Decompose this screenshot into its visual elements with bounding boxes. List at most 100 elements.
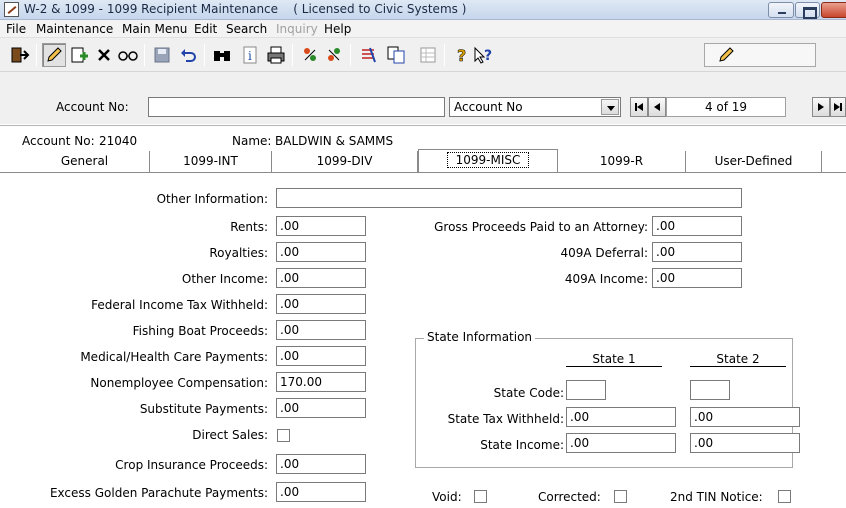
federal-tax-withheld-label: Federal Income Tax Withheld: bbox=[91, 298, 268, 312]
account-no-header-label: Account No: bbox=[22, 134, 95, 148]
menu-edit[interactable]: Edit bbox=[194, 22, 217, 36]
tab-1099-div[interactable]: 1099-DIV bbox=[272, 151, 418, 172]
menu-maintenance[interactable]: Maintenance bbox=[36, 22, 113, 36]
previous-record-button[interactable] bbox=[648, 97, 666, 117]
state-2-income-field[interactable]: .00 bbox=[690, 433, 800, 453]
exit-icon[interactable] bbox=[8, 43, 32, 67]
state-1-income-field[interactable]: .00 bbox=[566, 433, 676, 453]
sort-by-value: Account No bbox=[454, 100, 523, 114]
state-2-header: State 2 bbox=[690, 352, 786, 367]
menu-help[interactable]: Help bbox=[324, 22, 351, 36]
view-icon[interactable] bbox=[116, 43, 140, 67]
state-2-code-field[interactable] bbox=[690, 380, 730, 400]
rents-label: Rents: bbox=[230, 220, 268, 234]
void-label: Void: bbox=[432, 490, 462, 504]
minimize-button[interactable] bbox=[768, 2, 794, 18]
royalties-label: Royalties: bbox=[209, 246, 268, 260]
account-no-value: 21040 bbox=[99, 134, 138, 148]
list-icon[interactable] bbox=[356, 43, 380, 67]
divider bbox=[0, 125, 846, 127]
state-code-label: State Code: bbox=[493, 386, 564, 400]
sort-by-select[interactable]: Account No bbox=[449, 97, 621, 117]
export-icon[interactable] bbox=[322, 43, 346, 67]
close-button[interactable] bbox=[821, 2, 846, 18]
tab-1099-misc-label: 1099-MISC bbox=[446, 152, 530, 168]
deferral-409a-label: 409A Deferral: bbox=[560, 246, 648, 260]
menu-main-menu[interactable]: Main Menu bbox=[122, 22, 187, 36]
maximize-button[interactable] bbox=[795, 2, 820, 19]
name-label: Name: bbox=[232, 134, 272, 148]
tab-1099-r[interactable]: 1099-R bbox=[558, 151, 686, 172]
account-no-label: Account No: bbox=[56, 100, 129, 114]
svg-text:i: i bbox=[248, 49, 252, 63]
corrected-label: Corrected: bbox=[538, 490, 601, 504]
corrected-checkbox[interactable] bbox=[614, 490, 627, 503]
tab-user-defined[interactable]: User-Defined bbox=[686, 151, 822, 172]
state-1-header: State 1 bbox=[566, 352, 662, 367]
tin-notice-checkbox[interactable] bbox=[778, 490, 791, 503]
help-icon[interactable]: ? bbox=[450, 43, 474, 67]
substitute-field[interactable]: .00 bbox=[276, 398, 366, 418]
crop-insurance-field[interactable]: .00 bbox=[276, 454, 366, 474]
add-record-icon[interactable] bbox=[68, 43, 92, 67]
void-checkbox[interactable] bbox=[474, 490, 487, 503]
menu-inquiry: Inquiry bbox=[276, 22, 318, 36]
tin-notice-label: 2nd TIN Notice: bbox=[670, 490, 763, 504]
substitute-label: Substitute Payments: bbox=[139, 402, 268, 416]
other-information-field[interactable] bbox=[276, 188, 742, 208]
undo-icon[interactable] bbox=[176, 43, 200, 67]
info-icon[interactable]: i bbox=[238, 43, 262, 67]
royalties-field[interactable]: .00 bbox=[276, 242, 366, 262]
direct-sales-checkbox[interactable] bbox=[277, 429, 290, 442]
state-2-withheld-field[interactable]: .00 bbox=[690, 407, 800, 427]
print-icon[interactable] bbox=[264, 43, 288, 67]
copy-icon[interactable] bbox=[384, 43, 408, 67]
fishing-boat-label: Fishing Boat Proceeds: bbox=[132, 324, 268, 338]
save-icon[interactable] bbox=[150, 43, 174, 67]
nonemployee-field[interactable]: 170.00 bbox=[276, 372, 366, 392]
grid-icon[interactable] bbox=[416, 43, 440, 67]
tab-underline bbox=[0, 172, 846, 173]
app-icon bbox=[4, 2, 19, 17]
golden-parachute-field[interactable]: .00 bbox=[276, 482, 366, 502]
federal-tax-withheld-field[interactable]: .00 bbox=[276, 294, 366, 314]
account-no-input[interactable] bbox=[148, 97, 445, 117]
edit-pencil-icon[interactable] bbox=[42, 43, 66, 67]
state-income-label: State Income: bbox=[480, 438, 564, 452]
deferral-409a-field[interactable]: .00 bbox=[652, 242, 742, 262]
rents-field[interactable]: .00 bbox=[276, 216, 366, 236]
menu-bar: File Maintenance Main Menu Edit Search I… bbox=[0, 20, 846, 38]
name-value: BALDWIN & SAMMS bbox=[275, 134, 394, 148]
tab-1099-int[interactable]: 1099-INT bbox=[150, 151, 272, 172]
context-help-icon[interactable]: ? bbox=[472, 43, 496, 67]
chevron-down-icon[interactable] bbox=[601, 99, 619, 115]
income-409a-field[interactable]: .00 bbox=[652, 268, 742, 288]
next-record-button[interactable] bbox=[812, 97, 830, 117]
svg-text:?: ? bbox=[484, 48, 492, 64]
record-position: 4 of 19 bbox=[666, 97, 786, 117]
svg-text:?: ? bbox=[457, 46, 466, 64]
menu-search[interactable]: Search bbox=[226, 22, 267, 36]
import-icon[interactable] bbox=[298, 43, 322, 67]
menu-file[interactable]: File bbox=[6, 22, 26, 36]
last-record-button[interactable] bbox=[830, 97, 846, 117]
attorney-field[interactable]: .00 bbox=[652, 216, 742, 236]
title-bar: W-2 & 1099 - 1099 Recipient Maintenance … bbox=[0, 0, 846, 20]
medical-field[interactable]: .00 bbox=[276, 346, 366, 366]
edit-mode-icon bbox=[717, 46, 735, 67]
direct-sales-label: Direct Sales: bbox=[192, 428, 268, 442]
tab-1099-misc[interactable]: 1099-MISC bbox=[418, 149, 558, 172]
window-title: W-2 & 1099 - 1099 Recipient Maintenance … bbox=[24, 2, 467, 16]
find-icon[interactable] bbox=[210, 43, 234, 67]
fishing-boat-field[interactable]: .00 bbox=[276, 320, 366, 340]
medical-label: Medical/Health Care Payments: bbox=[80, 350, 268, 364]
edit-mode-box bbox=[704, 43, 816, 67]
state-1-withheld-field[interactable]: .00 bbox=[566, 407, 676, 427]
state-information-title: State Information bbox=[424, 330, 536, 344]
delete-icon[interactable] bbox=[92, 43, 116, 67]
other-income-field[interactable]: .00 bbox=[276, 268, 366, 288]
first-record-button[interactable] bbox=[630, 97, 648, 117]
income-409a-label: 409A Income: bbox=[564, 272, 648, 286]
tab-general[interactable]: General bbox=[20, 151, 150, 172]
state-1-code-field[interactable] bbox=[566, 380, 606, 400]
